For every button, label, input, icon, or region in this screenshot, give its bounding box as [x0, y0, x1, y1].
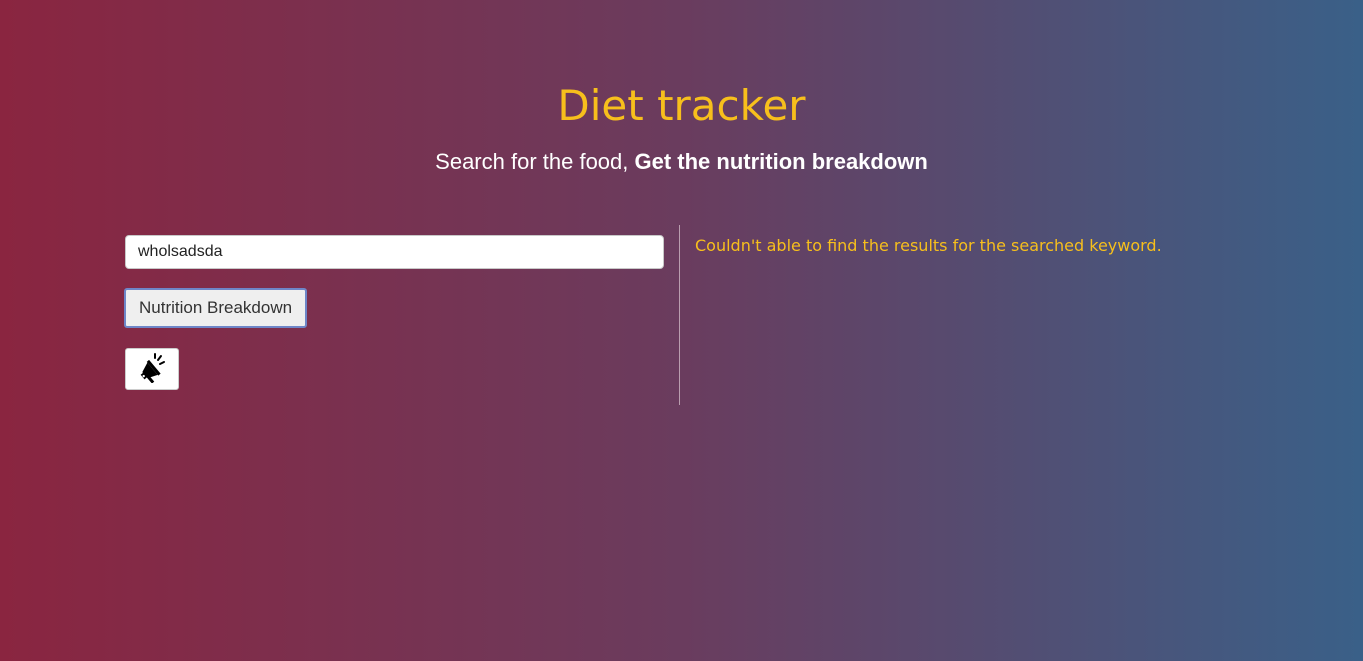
megaphone-icon [138, 352, 166, 386]
subtitle-emphasis: Get the nutrition breakdown [634, 149, 928, 174]
page-subtitle: Search for the food, Get the nutrition b… [0, 148, 1363, 176]
column-divider [679, 225, 680, 405]
no-results-message: Couldn't able to find the results for th… [695, 236, 1162, 255]
announce-button[interactable] [125, 348, 179, 390]
subtitle-prefix: Search for the food, [435, 149, 635, 174]
food-search-input[interactable] [125, 235, 664, 269]
nutrition-breakdown-button[interactable]: Nutrition Breakdown [124, 288, 308, 328]
page-title: Diet tracker [557, 81, 806, 130]
